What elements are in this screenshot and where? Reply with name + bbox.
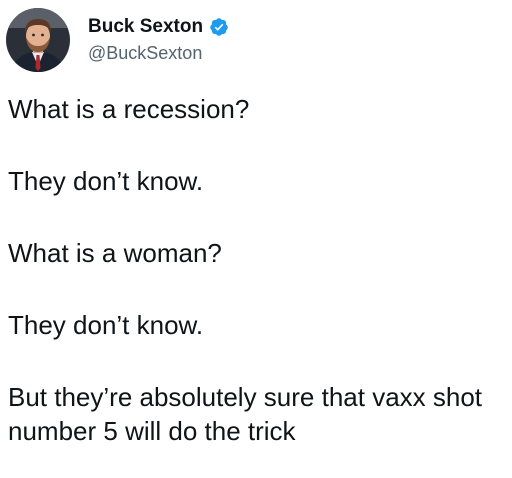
tweet-paragraph-5: But they’re absolutely sure that vaxx sh… xyxy=(8,382,483,446)
tweet-paragraph-2: They don’t know. xyxy=(8,166,204,196)
verified-badge-icon xyxy=(209,17,229,37)
tweet-paragraph-3: What is a woman? xyxy=(8,238,222,268)
handle[interactable]: @BuckSexton xyxy=(88,42,229,64)
author-names: Buck Sexton @BuckSexton xyxy=(88,16,229,64)
tweet-card: Buck Sexton @BuckSexton What is a recess… xyxy=(0,0,512,478)
display-name[interactable]: Buck Sexton xyxy=(88,16,203,38)
tweet-paragraph-1: What is a recession? xyxy=(8,94,250,124)
tweet-text: What is a recession? They don’t know. Wh… xyxy=(8,92,508,448)
tweet-header: Buck Sexton @BuckSexton xyxy=(6,8,229,72)
avatar[interactable] xyxy=(6,8,70,72)
avatar-image xyxy=(6,8,70,72)
name-row: Buck Sexton xyxy=(88,16,229,38)
tweet-paragraph-4: They don’t know. xyxy=(8,310,204,340)
